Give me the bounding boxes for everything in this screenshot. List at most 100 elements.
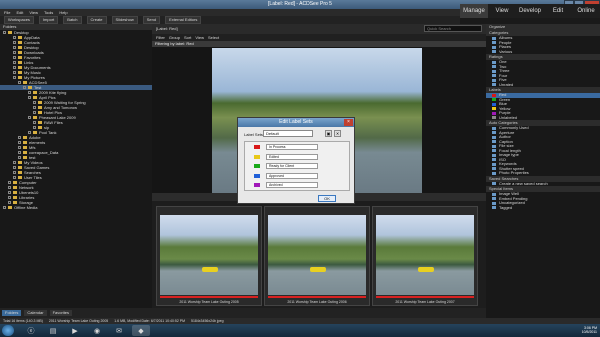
label-color-swatch[interactable] [254, 183, 260, 187]
folder-checkbox[interactable] [13, 176, 16, 179]
thumbnail-list: 2011 Worship Team Lake Outing 2005 2011 … [152, 201, 486, 308]
select-menu[interactable]: Select [208, 35, 219, 40]
folder-checkbox[interactable] [13, 56, 16, 59]
folder-checkbox[interactable] [18, 136, 21, 139]
menu-help[interactable]: Help [59, 10, 67, 15]
folder-icon [8, 206, 12, 209]
external-editors-button[interactable]: External Editors [165, 16, 202, 24]
swatch-icon [492, 45, 496, 49]
sort-menu[interactable]: Sort [184, 35, 191, 40]
mode-tab-online[interactable]: Online [572, 4, 600, 18]
folder-checkbox[interactable] [23, 86, 26, 89]
status-fileinfo: 1.6 MB, Modified Date: 6/7/2011 10:40:52… [114, 319, 186, 323]
folder-checkbox[interactable] [33, 121, 36, 124]
folder-checkbox[interactable] [8, 181, 11, 184]
swatch-icon [492, 36, 496, 40]
create-button[interactable]: Create [86, 16, 107, 24]
special-item[interactable]: Tagged [486, 205, 600, 211]
tab-favorites[interactable]: Favorites [49, 310, 73, 316]
folder-checkbox[interactable] [28, 96, 31, 99]
label-color-swatch[interactable] [254, 145, 260, 149]
send-button[interactable]: Send [142, 16, 161, 24]
mode-tab-manage[interactable]: Manage [460, 4, 488, 18]
thumbnail[interactable]: 2011 Worship Team Lake Outing 2006 [264, 206, 370, 306]
folder-checkbox[interactable] [13, 166, 16, 169]
folder-checkbox[interactable] [28, 91, 31, 94]
folder-checkbox[interactable] [8, 196, 11, 199]
slideshow-button[interactable]: Slideshow [111, 16, 138, 24]
dialog-close-button[interactable]: × [344, 119, 353, 126]
tab-folders[interactable]: Folders [2, 310, 22, 316]
label-color-swatch[interactable] [254, 164, 260, 168]
import-button[interactable]: Import [38, 16, 59, 24]
system-clock[interactable]: 3:06 PM 10/5/2011 [582, 326, 597, 334]
mode-tab-edit[interactable]: Edit [544, 4, 572, 18]
folder-icon [13, 186, 17, 189]
folder-checkbox[interactable] [13, 161, 16, 164]
ok-button[interactable]: OK [318, 195, 336, 202]
delete-set-icon[interactable]: ✕ [334, 130, 341, 137]
folder-checkbox[interactable] [28, 131, 31, 134]
media-player-icon[interactable]: ▶ [66, 325, 84, 336]
folder-checkbox[interactable] [3, 206, 6, 209]
menu-file[interactable]: File [4, 10, 10, 15]
folder-checkbox[interactable] [13, 36, 16, 39]
folder-checkbox[interactable] [18, 81, 21, 84]
label-name-input[interactable]: Edited [266, 153, 318, 160]
folder-checkbox[interactable] [18, 141, 21, 144]
mode-tab-develop[interactable]: Develop [516, 4, 544, 18]
workspaces-button[interactable]: Workspaces [4, 16, 34, 24]
folder-checkbox[interactable] [13, 41, 16, 44]
acdsee-icon[interactable]: ◆ [132, 325, 150, 336]
filter-menu[interactable]: Filter [156, 35, 165, 40]
menu-view[interactable]: View [29, 10, 38, 15]
label-name-input[interactable]: Archived [266, 182, 318, 188]
folder-checkbox[interactable] [13, 76, 16, 79]
menu-tools[interactable]: Tools [44, 10, 53, 15]
folder-icon [18, 71, 22, 74]
menu-edit[interactable]: Edit [16, 10, 23, 15]
group-menu[interactable]: Group [169, 35, 180, 40]
folder-tree-item[interactable]: Offline Media [0, 205, 152, 210]
folder-checkbox[interactable] [8, 201, 11, 204]
folder-checkbox[interactable] [8, 191, 11, 194]
label-name-input[interactable]: Ready for Client [266, 163, 318, 169]
firefox-icon[interactable]: ◉ [88, 325, 106, 336]
folder-checkbox[interactable] [13, 171, 16, 174]
folder-checkbox[interactable] [18, 146, 21, 149]
quick-search-input[interactable]: Quick Search [424, 25, 482, 32]
folder-checkbox[interactable] [13, 61, 16, 64]
folder-checkbox[interactable] [13, 71, 16, 74]
tab-calendar[interactable]: Calendar [24, 310, 47, 316]
explorer-icon[interactable]: ▤ [44, 325, 62, 336]
outlook-icon[interactable]: ✉ [110, 325, 128, 336]
label-name-input[interactable]: In Process [266, 144, 318, 150]
folder-checkbox[interactable] [8, 186, 11, 189]
batch-button[interactable]: Batch [63, 16, 82, 24]
save-set-icon[interactable]: ▣ [325, 130, 332, 137]
start-button[interactable] [2, 325, 14, 336]
ie-icon[interactable]: ⓔ [22, 325, 40, 336]
folder-checkbox[interactable] [13, 66, 16, 69]
folder-checkbox[interactable] [33, 111, 36, 114]
folder-checkbox[interactable] [33, 126, 36, 129]
folder-icon [28, 86, 32, 89]
folder-checkbox[interactable] [18, 151, 21, 154]
label-color-swatch[interactable] [254, 154, 260, 159]
label-color-swatch[interactable] [254, 173, 260, 178]
folder-checkbox[interactable] [18, 156, 21, 159]
folder-checkbox[interactable] [13, 46, 16, 49]
label-name-input[interactable]: Approved [266, 172, 318, 179]
folder-checkbox[interactable] [13, 51, 16, 54]
mode-tab-view[interactable]: View [488, 4, 516, 18]
view-menu[interactable]: View [195, 35, 204, 40]
label-set-select[interactable]: Default [263, 130, 313, 137]
thumbnail[interactable]: 2011 Worship Team Lake Outing 2005 [156, 206, 262, 306]
folder-checkbox[interactable] [3, 31, 6, 34]
folder-checkbox[interactable] [28, 116, 31, 119]
thumbnail[interactable]: 2011 Worship Team Lake Outing 2007 [372, 206, 478, 306]
folder-checkbox[interactable] [33, 101, 36, 104]
folder-icon [38, 106, 42, 109]
browser-header: [Label: Red] Quick Search [152, 24, 486, 34]
folder-checkbox[interactable] [33, 106, 36, 109]
